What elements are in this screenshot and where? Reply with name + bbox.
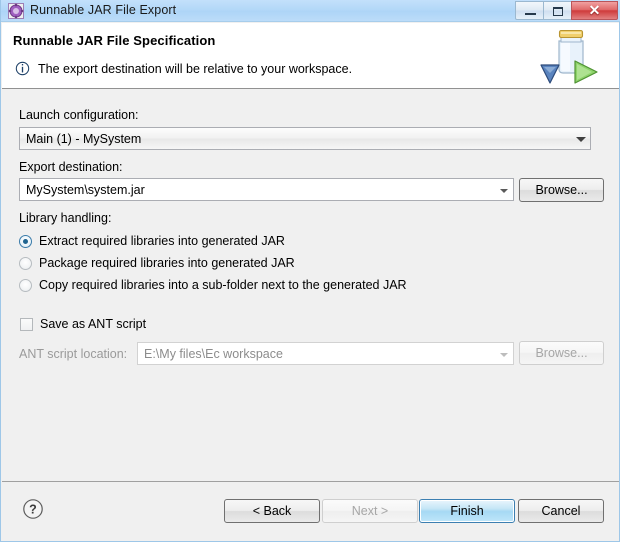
jar-export-icon	[8, 3, 24, 19]
launch-configuration-label: Launch configuration:	[19, 108, 139, 122]
radio-extract-libraries-indicator[interactable]	[19, 234, 32, 248]
ant-script-location-label: ANT script location:	[19, 347, 128, 361]
svg-text:?: ?	[29, 503, 37, 517]
minimize-icon	[525, 13, 536, 15]
ant-script-location-value: E:\My files\Ec workspace	[144, 346, 283, 361]
info-icon	[15, 61, 30, 76]
save-as-ant-script-checkbox[interactable]	[20, 317, 33, 331]
radio-package-libraries-indicator[interactable]	[19, 256, 32, 270]
next-button[interactable]: Next >	[322, 499, 418, 523]
close-button[interactable]: ✕	[571, 1, 618, 20]
ant-script-location-combo[interactable]: E:\My files\Ec workspace	[137, 342, 514, 365]
radio-extract-libraries[interactable]: Extract required libraries into generate…	[19, 234, 285, 248]
maximize-icon	[553, 7, 563, 16]
dialog-content: Launch configuration: Main (1) - MySyste…	[2, 89, 619, 480]
dialog-window: Runnable JAR File Export ✕ Runnable JAR …	[0, 0, 620, 542]
export-destination-value: MySystem\system.jar	[26, 182, 145, 197]
launch-configuration-combo[interactable]: Main (1) - MySystem	[19, 127, 591, 150]
jar-with-arrow-icon	[540, 29, 598, 84]
save-as-ant-script-label: Save as ANT script	[40, 317, 147, 331]
window-controls: ✕	[515, 1, 618, 20]
export-destination-browse-button[interactable]: Browse...	[519, 178, 604, 202]
radio-copy-libraries[interactable]: Copy required libraries into a sub-folde…	[19, 278, 407, 292]
finish-button[interactable]: Finish	[419, 499, 515, 523]
back-button[interactable]: < Back	[224, 499, 320, 523]
radio-copy-libraries-label: Copy required libraries into a sub-folde…	[39, 278, 407, 292]
library-handling-label: Library handling:	[19, 211, 112, 225]
banner-description: The export destination will be relative …	[38, 61, 353, 76]
cancel-button[interactable]: Cancel	[518, 499, 604, 523]
radio-package-libraries[interactable]: Package required libraries into generate…	[19, 256, 295, 270]
export-destination-combo[interactable]: MySystem\system.jar	[19, 178, 514, 201]
dialog-button-bar: ? < Back Next > Finish Cancel	[2, 481, 619, 541]
chevron-down-icon[interactable]	[495, 343, 513, 364]
chevron-down-icon[interactable]	[495, 179, 513, 200]
banner-description-row: The export destination will be relative …	[15, 61, 352, 76]
title-bar: Runnable JAR File Export ✕	[1, 0, 620, 22]
maximize-button[interactable]	[543, 1, 572, 20]
export-destination-label: Export destination:	[19, 160, 123, 174]
radio-copy-libraries-indicator[interactable]	[19, 278, 32, 292]
minimize-button[interactable]	[515, 1, 544, 20]
radio-package-libraries-label: Package required libraries into generate…	[39, 256, 295, 270]
dialog-banner: Runnable JAR File Specification The expo…	[2, 23, 619, 89]
ant-script-browse-button[interactable]: Browse...	[519, 341, 604, 365]
radio-extract-libraries-label: Extract required libraries into generate…	[39, 234, 285, 248]
page-title: Runnable JAR File Specification	[13, 33, 216, 48]
launch-configuration-value: Main (1) - MySystem	[26, 131, 142, 146]
window-title: Runnable JAR File Export	[30, 3, 177, 17]
close-icon: ✕	[588, 2, 601, 18]
save-as-ant-script-checkbox-row[interactable]: Save as ANT script	[20, 317, 146, 331]
chevron-down-icon[interactable]	[572, 128, 590, 149]
help-button[interactable]: ?	[22, 498, 44, 520]
